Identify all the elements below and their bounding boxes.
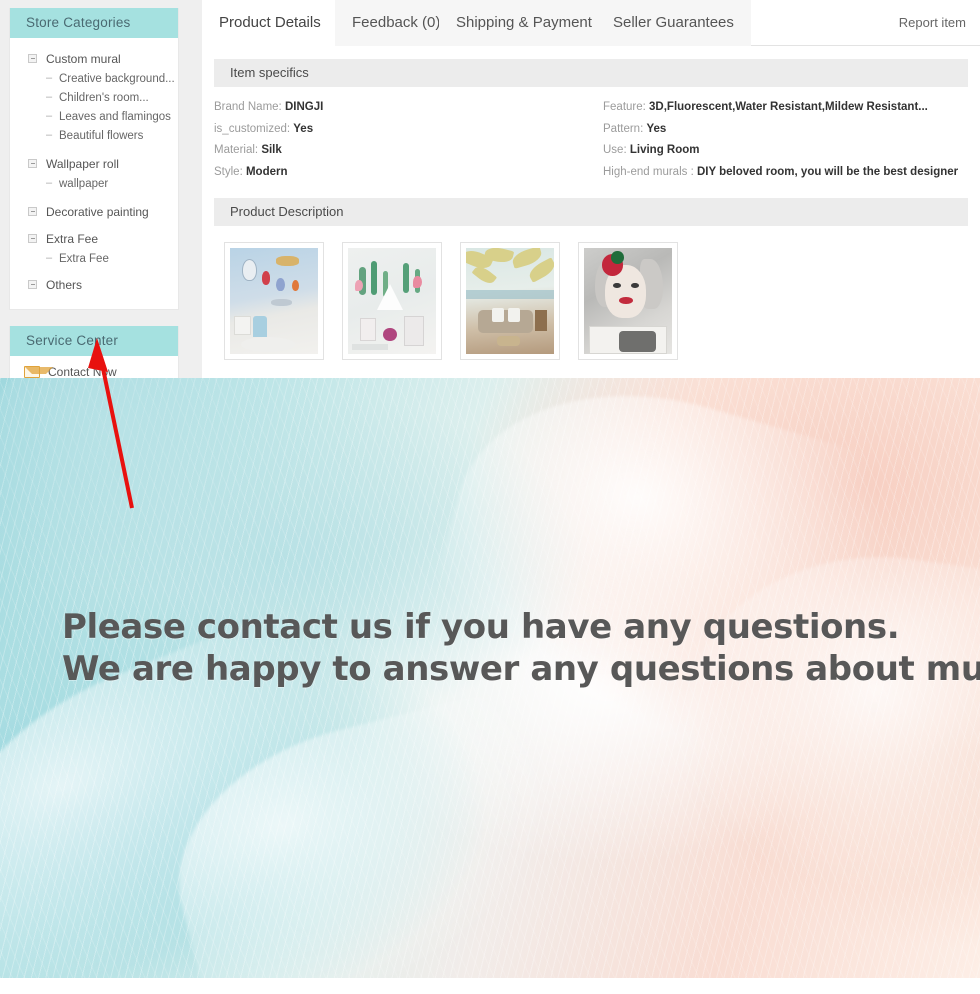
sidebar-item-label: Decorative painting <box>46 204 149 219</box>
sidebar-item-label: Children's room... <box>59 91 149 104</box>
tree-toggle-icon[interactable] <box>28 207 37 216</box>
tree-toggle-icon[interactable] <box>28 159 37 168</box>
tree-toggle-icon[interactable] <box>28 234 37 243</box>
kids-balloons-mural-thumbnail[interactable] <box>224 242 324 360</box>
tree-toggle-icon[interactable] <box>28 54 37 63</box>
spec-high-end-murals: High-end murals : DIY beloved room, you … <box>603 162 968 184</box>
spec-value: 3D,Fluorescent,Water Resistant,Mildew Re… <box>649 101 928 113</box>
banner-line-2: We are happy to answer any questions abo… <box>62 649 980 689</box>
spec-value: Living Room <box>629 144 700 156</box>
product-content-panel: Product Details Feedback (0) Shipping & … <box>202 0 980 378</box>
store-page-top-section: Store Categories Custom mural – Creative… <box>0 0 980 378</box>
spec-brand-name: Brand Name: DINGJI <box>214 97 591 119</box>
sidebar-item-wallpaper-roll[interactable]: Wallpaper roll <box>10 153 178 174</box>
spec-value: Yes <box>293 122 314 135</box>
thumbnail-image <box>348 248 436 354</box>
tree-dash-icon: – <box>46 72 53 84</box>
tree-dash-icon: – <box>46 110 53 122</box>
sidebar-item-label: Creative background... <box>59 72 175 85</box>
sidebar-item-others[interactable]: Others <box>10 274 178 295</box>
spec-key: Material: <box>214 144 259 156</box>
spec-value: Modern <box>245 165 288 178</box>
page-bottom-margin <box>0 978 980 994</box>
spec-key: Feature: <box>603 101 646 113</box>
sidebar-item-childrens-room[interactable]: – Children's room... <box>10 88 178 107</box>
store-categories-list: Custom mural – Creative background... – … <box>10 38 178 309</box>
sidebar-item-extra-fee-child[interactable]: – Extra Fee <box>10 249 178 268</box>
spec-key: Brand Name: <box>214 101 282 113</box>
spec-value: Yes <box>646 122 667 135</box>
sidebar-item-label: Wallpaper roll <box>46 156 119 171</box>
product-description-header: Product Description <box>214 198 968 226</box>
spec-key: Pattern: <box>603 122 644 135</box>
palm-leaf-living-room-mural-thumbnail[interactable] <box>460 242 560 360</box>
spec-key: Use: <box>603 144 627 156</box>
page-root: Store Categories Custom mural – Creative… <box>0 0 980 994</box>
spec-value: DINGJI <box>284 101 324 113</box>
cactus-nursery-mural-thumbnail[interactable] <box>342 242 442 360</box>
tree-dash-icon: – <box>46 177 53 189</box>
banner-line-1: Please contact us if you have any questi… <box>62 607 900 647</box>
product-description-thumbnails <box>202 226 980 360</box>
sidebar-item-label: Extra Fee <box>46 231 99 246</box>
specs-column-left: Brand Name: DINGJI is_customized: Yes Ma… <box>214 97 591 183</box>
item-specifics-body: Brand Name: DINGJI is_customized: Yes Ma… <box>202 87 980 183</box>
store-categories-title: Store Categories <box>10 8 178 38</box>
thumbnail-image <box>230 248 318 354</box>
sidebar-item-label: Beautiful flowers <box>59 129 144 142</box>
tab-seller-guarantees[interactable]: Seller Guarantees <box>596 0 751 46</box>
report-item-link[interactable]: Report item <box>899 0 966 46</box>
tree-dash-icon: – <box>46 129 53 141</box>
spec-pattern: Pattern: Yes <box>603 119 968 141</box>
thumbnail-image <box>584 248 672 354</box>
sidebar-item-wallpaper[interactable]: – wallpaper <box>10 174 178 193</box>
spec-key: Style: <box>214 165 243 178</box>
spec-is-customized: is_customized: Yes <box>214 119 591 141</box>
sidebar: Store Categories Custom mural – Creative… <box>9 8 179 378</box>
specs-column-right: Feature: 3D,Fluorescent,Water Resistant,… <box>591 97 968 183</box>
spec-feature: Feature: 3D,Fluorescent,Water Resistant,… <box>603 97 968 119</box>
envelope-icon <box>24 366 53 378</box>
sidebar-item-decorative-painting[interactable]: Decorative painting <box>10 201 178 222</box>
sidebar-item-label: Others <box>46 277 83 292</box>
sidebar-item-custom-mural[interactable]: Custom mural <box>10 48 178 69</box>
sidebar-item-leaves-and-flamingos[interactable]: – Leaves and flamingos <box>10 107 178 126</box>
spec-key: is_customized: <box>214 122 291 135</box>
sidebar-item-label: Leaves and flamingos <box>59 110 171 123</box>
item-specifics-header: Item specifics <box>214 59 968 87</box>
spec-use: Use: Living Room <box>603 140 968 162</box>
marilyn-portrait-mural-thumbnail[interactable] <box>578 242 678 360</box>
sidebar-item-label: Custom mural <box>46 51 121 66</box>
sidebar-item-creative-background[interactable]: – Creative background... <box>10 69 178 88</box>
tree-dash-icon: – <box>46 252 53 264</box>
tab-product-details[interactable]: Product Details <box>202 0 338 46</box>
tree-toggle-icon[interactable] <box>28 280 37 289</box>
sidebar-item-label: wallpaper <box>59 177 109 190</box>
spec-style: Style: Modern <box>214 162 591 184</box>
tab-bar: Product Details Feedback (0) Shipping & … <box>202 0 980 46</box>
spec-value: DIY beloved room, you will be the best d… <box>696 165 959 178</box>
red-arrow-annotation <box>88 338 134 509</box>
spec-value: Silk <box>261 144 282 156</box>
thumbnail-image <box>466 248 554 354</box>
banner-message: Please contact us if you have any questi… <box>62 606 980 690</box>
sidebar-item-beautiful-flowers[interactable]: – Beautiful flowers <box>10 126 178 145</box>
sidebar-item-extra-fee[interactable]: Extra Fee <box>10 228 178 249</box>
spec-material: Material: Silk <box>214 140 591 162</box>
sidebar-item-label: Extra Fee <box>59 252 109 265</box>
spec-key: High-end murals : <box>603 165 694 178</box>
tree-dash-icon: – <box>46 91 53 103</box>
tab-shipping-payment[interactable]: Shipping & Payment <box>439 0 609 46</box>
store-categories-panel: Store Categories Custom mural – Creative… <box>9 8 179 310</box>
